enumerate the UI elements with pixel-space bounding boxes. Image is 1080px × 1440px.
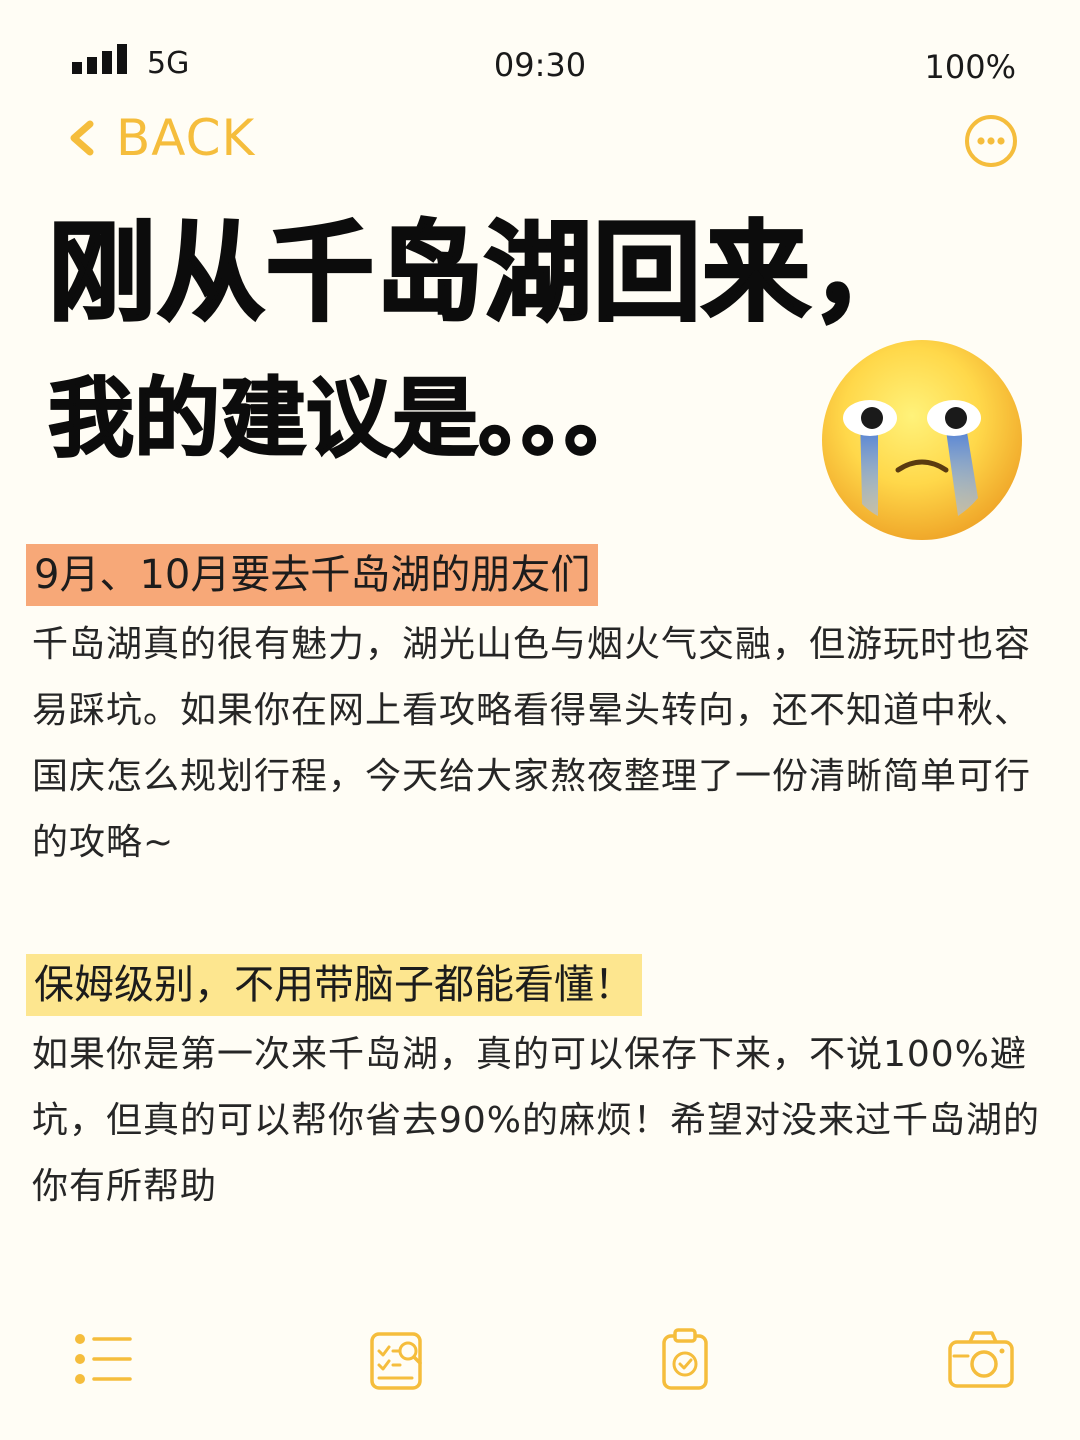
status-bar: 5G 09:30 100%: [0, 38, 1080, 94]
tab-clipboard[interactable]: [650, 1322, 720, 1392]
back-button[interactable]: BACK: [60, 108, 255, 168]
section-body-2: 如果你是第一次来千岛湖，真的可以保存下来，不说100%避坑，但真的可以帮你省去9…: [32, 1034, 1041, 1207]
tab-list[interactable]: [70, 1322, 140, 1392]
battery-level: 100%: [924, 48, 1016, 86]
more-options-icon[interactable]: [964, 114, 1018, 168]
tab-checklist[interactable]: [362, 1322, 432, 1392]
title-line-2: 我的建议是。。。: [47, 368, 651, 470]
camera-icon: [948, 1331, 1014, 1388]
back-label: BACK: [116, 109, 256, 167]
tab-camera[interactable]: [946, 1322, 1016, 1392]
chevron-left-icon: [70, 120, 94, 156]
crying-face-icon: [822, 340, 1022, 540]
page-title: 刚从千岛湖回来， 我的建议是。。。: [47, 206, 928, 496]
section-heading-2: 保姆级别，不用带脑子都能看懂！: [26, 954, 642, 1016]
clipboard-check-icon: [662, 1328, 708, 1390]
clock: 09:30: [493, 46, 587, 84]
bottom-tab-bar: [0, 1322, 1080, 1402]
nav-bar: BACK: [0, 108, 1080, 174]
checklist-icon: [370, 1332, 422, 1390]
list-icon: [75, 1334, 132, 1384]
section-heading-1: 9月、10月要去千岛湖的朋友们: [26, 544, 599, 606]
section-body-1: 千岛湖真的很有魅力，湖光山色与烟火气交融，但游玩时也容易踩坑。如果你在网上看攻略…: [32, 624, 1032, 863]
title-line-1: 刚从千岛湖回来，: [47, 210, 921, 338]
